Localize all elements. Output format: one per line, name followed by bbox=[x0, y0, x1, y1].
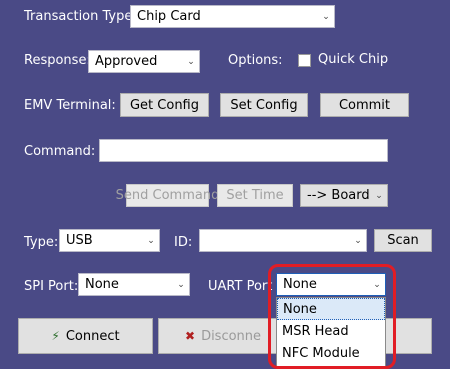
emv-terminal-label: EMV Terminal: bbox=[24, 98, 116, 113]
options-label: Options: bbox=[228, 53, 283, 68]
connect-button[interactable]: ⚡ Connect bbox=[18, 318, 153, 354]
board-select[interactable]: --> Board ⌄ bbox=[300, 184, 388, 207]
plug-icon: ⚡ bbox=[51, 329, 60, 343]
commit-button[interactable]: Commit bbox=[320, 93, 409, 117]
send-command-button[interactable]: Send Command bbox=[116, 184, 219, 207]
id-select[interactable]: ⌄ bbox=[199, 229, 367, 252]
chevron-down-icon: ⌄ bbox=[147, 235, 155, 246]
chevron-down-icon: ⌄ bbox=[375, 190, 383, 201]
connect-label: Connect bbox=[65, 328, 120, 344]
command-label: Command: bbox=[24, 144, 96, 159]
command-input[interactable] bbox=[99, 139, 388, 162]
response-select[interactable]: Approved ⌄ bbox=[88, 50, 200, 73]
transaction-type-value: Chip Card bbox=[137, 9, 201, 24]
response-value: Approved bbox=[95, 54, 158, 69]
get-config-button[interactable]: Get Config bbox=[120, 93, 209, 117]
id-label: ID: bbox=[174, 235, 193, 250]
type-select[interactable]: USB ⌄ bbox=[59, 229, 160, 252]
type-label: Type: bbox=[24, 235, 59, 250]
chevron-down-icon: ⌄ bbox=[187, 56, 195, 67]
quick-chip-checkbox[interactable] bbox=[298, 54, 311, 67]
chevron-down-icon: ⌄ bbox=[322, 11, 330, 22]
disconnect-label: Disconne bbox=[201, 328, 262, 344]
uart-port-label: UART Port bbox=[208, 279, 273, 294]
spi-port-label: SPI Port: bbox=[24, 279, 79, 294]
main-panel: Transaction Type: Chip Card ⌄ Response: … bbox=[0, 0, 450, 369]
scan-button[interactable]: Scan bbox=[374, 229, 432, 252]
set-config-button[interactable]: Set Config bbox=[220, 93, 308, 117]
type-value: USB bbox=[66, 233, 93, 248]
spi-port-value: None bbox=[85, 277, 119, 292]
quick-chip-label: Quick Chip bbox=[318, 52, 389, 67]
transaction-type-label: Transaction Type: bbox=[24, 9, 137, 24]
chevron-down-icon: ⌄ bbox=[354, 235, 362, 246]
spi-port-select[interactable]: None ⌄ bbox=[78, 273, 190, 296]
highlight-annotation bbox=[268, 264, 396, 369]
board-value: --> Board bbox=[307, 188, 370, 203]
chevron-down-icon: ⌄ bbox=[177, 279, 185, 290]
transaction-type-select[interactable]: Chip Card ⌄ bbox=[130, 5, 335, 28]
response-label: Response: bbox=[24, 53, 91, 68]
unplug-icon: ✖ bbox=[185, 329, 196, 343]
set-time-button[interactable]: Set Time bbox=[217, 184, 293, 207]
